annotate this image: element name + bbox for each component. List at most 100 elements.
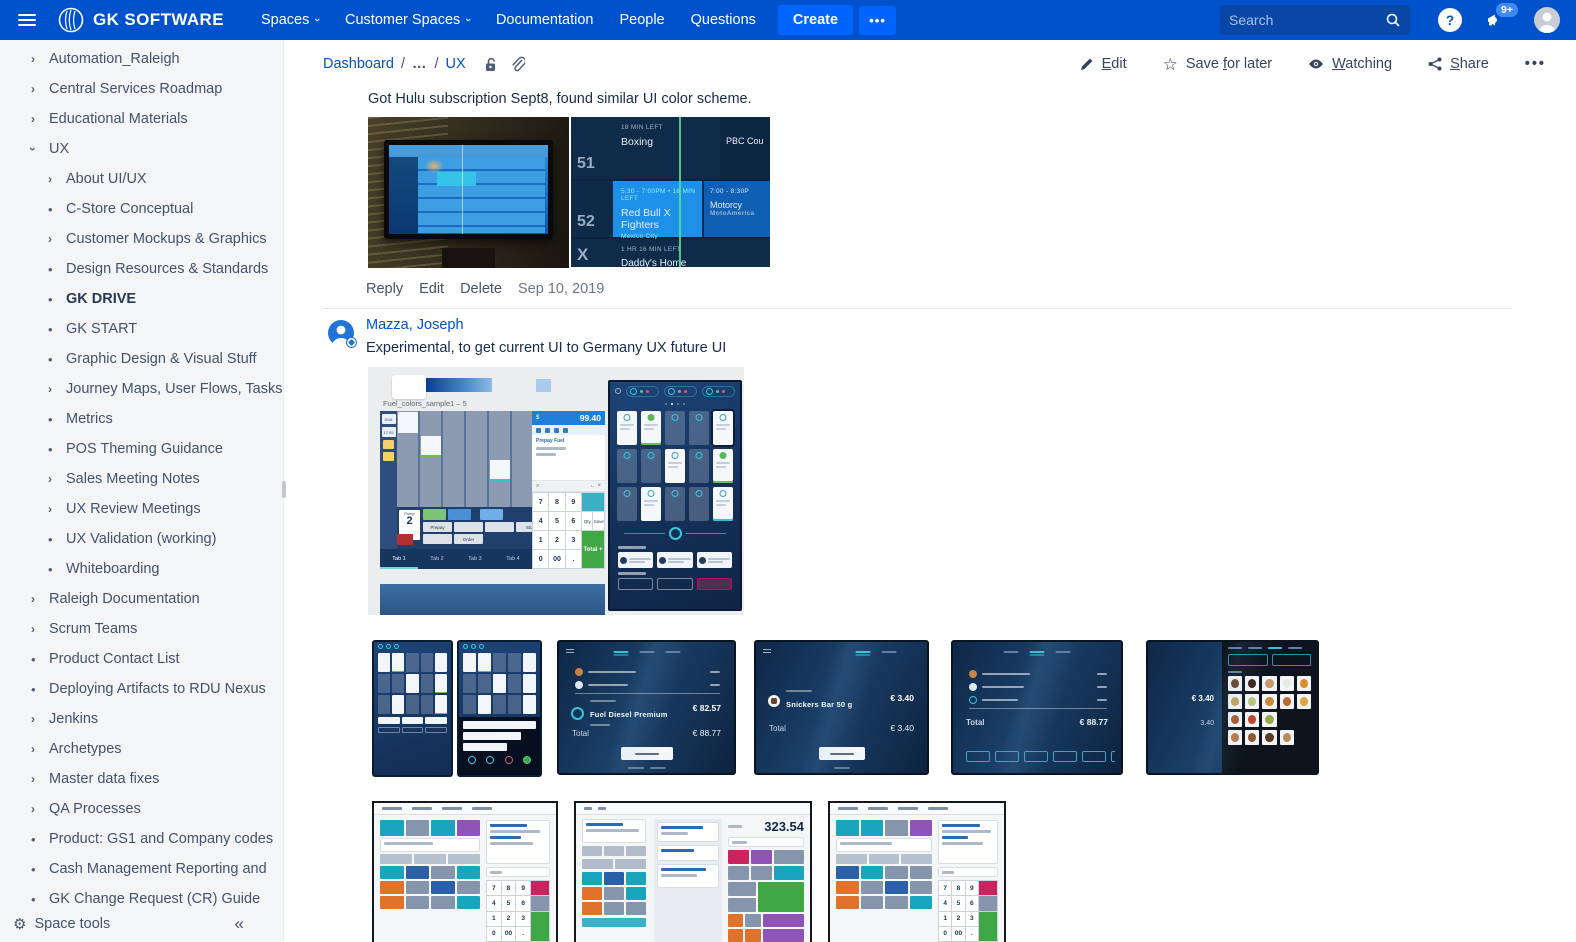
watching-button[interactable]: Watching xyxy=(1308,56,1392,72)
hamburger-menu-icon[interactable] xyxy=(18,14,36,26)
main-content: Dashboard / … / UX Edit ☆ Save for later xyxy=(285,40,1576,942)
sidebar-item-label: Customer Mockups & Graphics xyxy=(66,231,267,247)
sidebar-item-deploying-artifacts-to-rdu-nexus[interactable]: •Deploying Artifacts to RDU Nexus xyxy=(0,674,283,704)
chevron-right-icon[interactable]: › xyxy=(31,52,49,66)
thumb-snickers-checkout[interactable]: Snickers Bar 50 g € 3.40 Total € 3.40 xyxy=(754,640,929,775)
sidebar-item-label: Educational Materials xyxy=(49,111,188,127)
thumb-classic-pos-2[interactable]: 323.54 xyxy=(574,801,812,942)
bullet-icon: • xyxy=(31,832,49,847)
logo-text: GK SOFTWARE xyxy=(93,10,224,30)
thumb-pump-grid-2[interactable] xyxy=(457,640,542,777)
search-icon[interactable] xyxy=(1385,12,1401,28)
sidebar-item-cash-management-reporting-and[interactable]: •Cash Management Reporting and xyxy=(0,854,283,884)
app-logo[interactable]: GK SOFTWARE xyxy=(58,7,224,33)
chevron-right-icon[interactable]: › xyxy=(31,592,49,606)
edit-comment-link[interactable]: Edit xyxy=(419,281,444,297)
sidebar-item-design-resources-standards[interactable]: •Design Resources & Standards xyxy=(0,254,283,284)
chevron-right-icon[interactable]: › xyxy=(31,802,49,816)
nav-item-questions[interactable]: Questions xyxy=(691,12,756,28)
breadcrumb-current-ux[interactable]: UX xyxy=(446,56,466,72)
nav-item-documentation[interactable]: Documentation xyxy=(496,12,594,28)
chevron-right-icon[interactable]: › xyxy=(31,772,49,786)
sidebar-item-qa-processes[interactable]: ›QA Processes xyxy=(0,794,283,824)
chevron-right-icon[interactable]: › xyxy=(31,712,49,726)
pos-dark-portrait-mockup xyxy=(608,380,742,611)
search-input[interactable] xyxy=(1229,12,1385,28)
user-avatar[interactable] xyxy=(1534,7,1560,33)
chevron-right-icon[interactable]: › xyxy=(48,502,66,516)
search-box[interactable] xyxy=(1220,5,1410,35)
sidebar-item-central-services-roadmap[interactable]: ›Central Services Roadmap xyxy=(0,74,283,104)
sidebar-item-pos-theming-guidance[interactable]: •POS Theming Guidance xyxy=(0,434,283,464)
save-for-later-button[interactable]: ☆ Save for later xyxy=(1163,56,1273,73)
thumb-classic-pos-3[interactable]: 789 456 123 000. xyxy=(828,801,1006,942)
create-button[interactable]: Create xyxy=(778,5,853,35)
sidebar-item-master-data-fixes[interactable]: ›Master data fixes xyxy=(0,764,283,794)
thumb-payment-selection[interactable]: Total € 88.77 xyxy=(951,640,1123,775)
sidebar-item-customer-mockups-graphics[interactable]: ›Customer Mockups & Graphics xyxy=(0,224,283,254)
reply-link[interactable]: Reply xyxy=(366,281,403,297)
sidebar-item-c-store-conceptual[interactable]: •C-Store Conceptual xyxy=(0,194,283,224)
sidebar-item-label: Graphic Design & Visual Stuff xyxy=(66,351,256,367)
share-button[interactable]: Share xyxy=(1428,56,1489,72)
paperclip-icon[interactable] xyxy=(509,56,525,73)
breadcrumb-ellipsis[interactable]: … xyxy=(412,56,428,72)
sidebar-item-journey-maps-user-flows-tasks[interactable]: ›Journey Maps, User Flows, Tasks xyxy=(0,374,283,404)
sidebar-item-graphic-design-visual-stuff[interactable]: •Graphic Design & Visual Stuff xyxy=(0,344,283,374)
commenter-avatar[interactable] xyxy=(328,320,354,346)
notifications-button[interactable]: 9+ xyxy=(1486,11,1504,29)
thumb-fuel-checkout[interactable]: Fuel Diesel Premium € 82.57 Total € 88.7… xyxy=(557,640,736,775)
nav-more-button[interactable]: ••• xyxy=(859,6,896,35)
chevron-right-icon[interactable]: › xyxy=(31,622,49,636)
sidebar-item-gk-start[interactable]: •GK START xyxy=(0,314,283,344)
unlock-icon[interactable] xyxy=(482,56,499,73)
sidebar-item-gk-drive[interactable]: •GK DRIVE xyxy=(0,284,283,314)
sidebar-item-educational-materials[interactable]: ›Educational Materials xyxy=(0,104,283,134)
sidebar-item-product-gs1-and-company-codes[interactable]: •Product: GS1 and Company codes xyxy=(0,824,283,854)
sidebar-item-about-ui-ux[interactable]: ›About UI/UX xyxy=(0,164,283,194)
bullet-icon: • xyxy=(31,892,49,907)
hulu-guide-closeup-attachment[interactable]: 51 18 MIN LEFT Boxing PBC Cou 52 5:30 - … xyxy=(571,117,770,267)
pump-queue-label xyxy=(618,546,646,549)
chevron-right-icon[interactable]: › xyxy=(48,472,66,486)
thumb-pump-grid-1[interactable] xyxy=(372,640,453,777)
chevron-right-icon[interactable]: › xyxy=(48,172,66,186)
chevron-down-icon[interactable]: › xyxy=(31,142,49,156)
commenter-name-link[interactable]: Mazza, Joseph xyxy=(366,317,464,333)
chevron-right-icon[interactable]: › xyxy=(31,82,49,96)
help-button[interactable]: ? xyxy=(1438,8,1462,32)
sidebar-item-automation-raleigh[interactable]: ›Automation_Raleigh xyxy=(0,44,283,74)
sidebar-item-gk-change-request-cr-guide[interactable]: •GK Change Request (CR) Guide xyxy=(0,884,283,906)
hulu-tv-photo-attachment[interactable] xyxy=(368,117,569,268)
avatar-edit-badge-icon xyxy=(346,337,357,348)
delete-comment-link[interactable]: Delete xyxy=(460,281,502,297)
sidebar-resize-handle[interactable] xyxy=(282,481,286,498)
chevron-right-icon[interactable]: › xyxy=(48,382,66,396)
breadcrumb-dashboard[interactable]: Dashboard xyxy=(323,56,394,72)
nav-item-people[interactable]: People xyxy=(619,12,664,28)
sidebar-item-product-contact-list[interactable]: •Product Contact List xyxy=(0,644,283,674)
nav-item-customer-spaces[interactable]: Customer Spaces› xyxy=(345,12,470,28)
space-tools-button[interactable]: ⚙ Space tools « xyxy=(0,906,283,942)
sidebar-item-ux-review-meetings[interactable]: ›UX Review Meetings xyxy=(0,494,283,524)
collapse-sidebar-icon[interactable]: « xyxy=(235,914,244,934)
sidebar-item-ux-validation-working[interactable]: •UX Validation (working) xyxy=(0,524,283,554)
thumb-product-catalog[interactable]: € 3.40 3.40 xyxy=(1146,640,1319,775)
attachment-filename: Fuel_colors_sample1 – 5 xyxy=(383,399,467,408)
pos-concepts-attachment[interactable]: Fuel_colors_sample1 – 5 5/16 17:05 Pump … xyxy=(368,367,744,615)
sidebar-item-sales-meeting-notes[interactable]: ›Sales Meeting Notes xyxy=(0,464,283,494)
sidebar-item-scrum-teams[interactable]: ›Scrum Teams xyxy=(0,614,283,644)
sidebar-item-ux[interactable]: ›UX xyxy=(0,134,283,164)
sidebar-item-whiteboarding[interactable]: •Whiteboarding xyxy=(0,554,283,584)
edit-button[interactable]: Edit xyxy=(1080,56,1127,72)
chevron-right-icon[interactable]: › xyxy=(31,742,49,756)
thumb-classic-pos-1[interactable]: 789 456 123 000. xyxy=(372,801,558,942)
page-more-actions-button[interactable]: ••• xyxy=(1525,56,1546,72)
sidebar-item-metrics[interactable]: •Metrics xyxy=(0,404,283,434)
sidebar-item-archetypes[interactable]: ›Archetypes xyxy=(0,734,283,764)
nav-item-spaces[interactable]: Spaces› xyxy=(261,12,319,28)
chevron-right-icon[interactable]: › xyxy=(31,112,49,126)
sidebar-item-raleigh-documentation[interactable]: ›Raleigh Documentation xyxy=(0,584,283,614)
chevron-right-icon[interactable]: › xyxy=(48,232,66,246)
sidebar-item-jenkins[interactable]: ›Jenkins xyxy=(0,704,283,734)
